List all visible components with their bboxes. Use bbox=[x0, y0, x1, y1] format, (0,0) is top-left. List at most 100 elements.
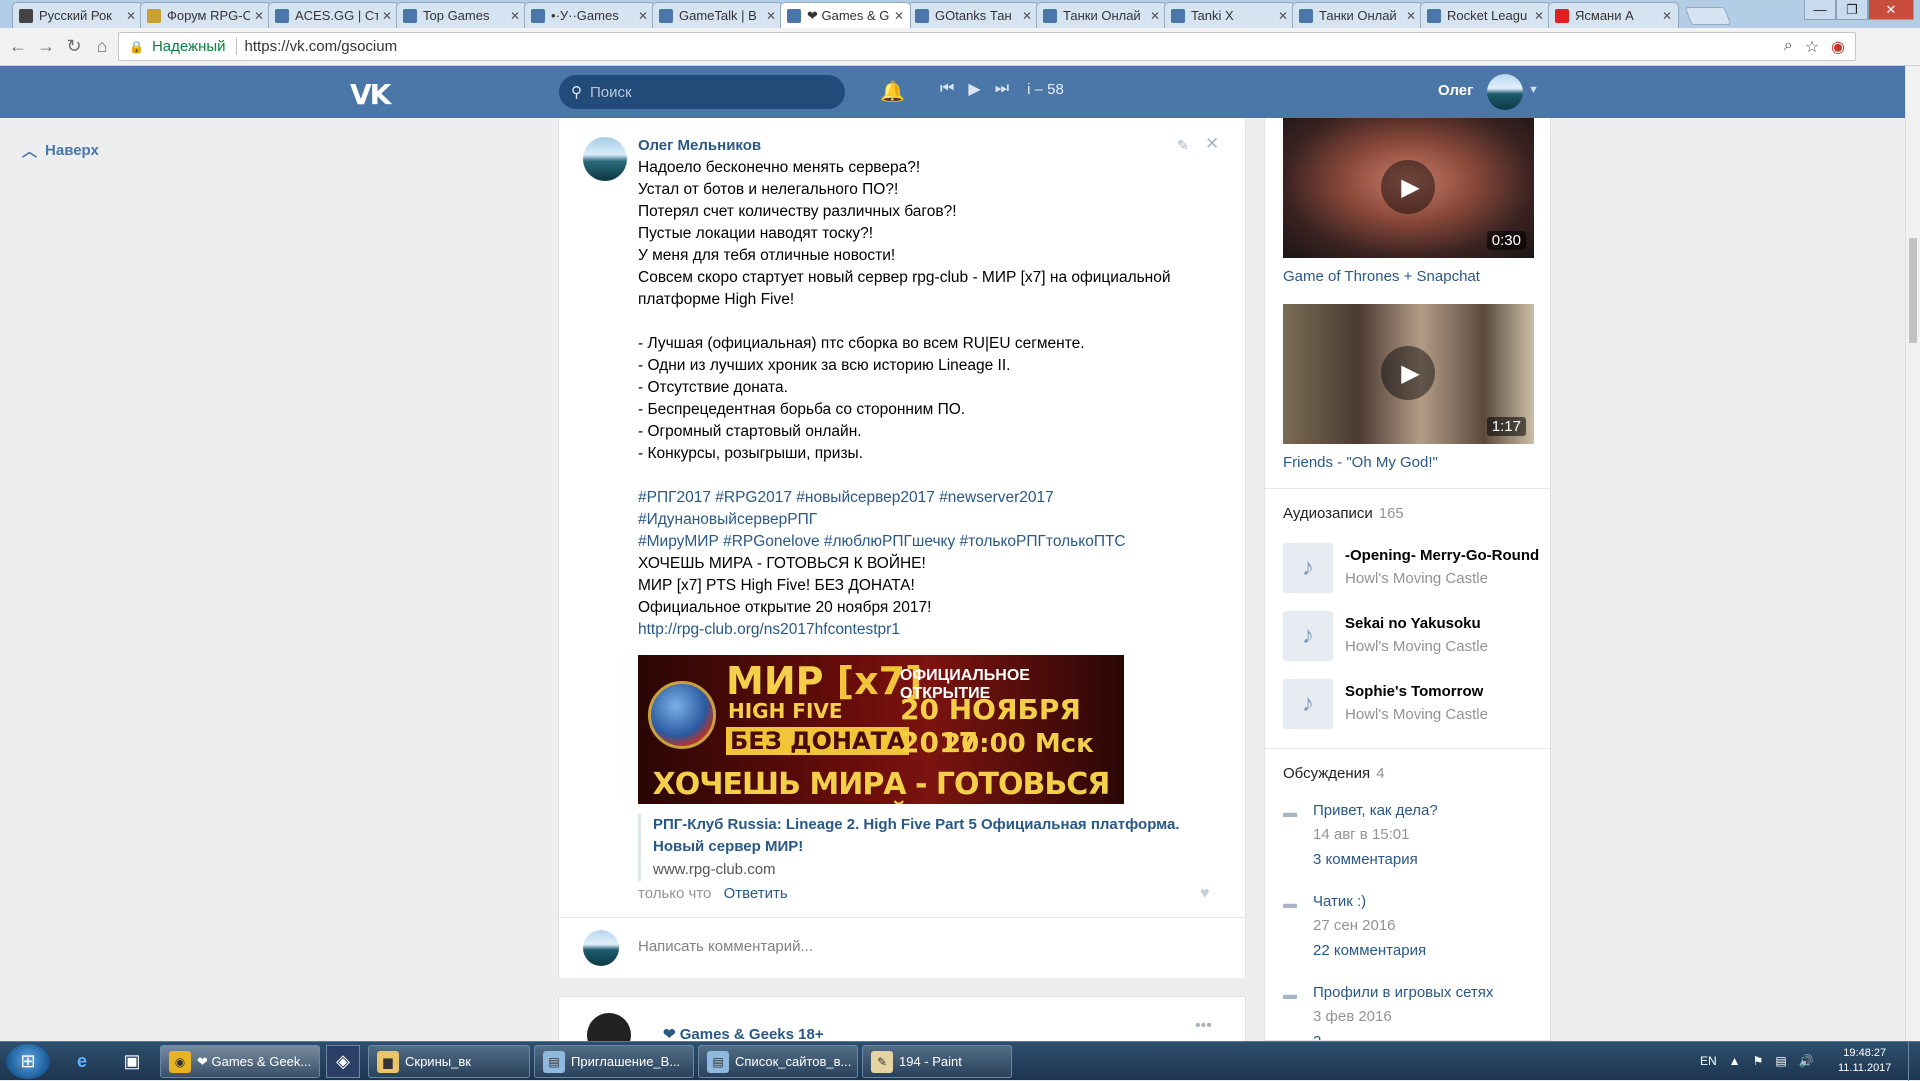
browser-tab[interactable]: Rocket Leagu ✕ bbox=[1420, 2, 1551, 28]
post-author[interactable]: Олег Мельников bbox=[638, 137, 761, 154]
edit-pencil-icon[interactable]: ✎ bbox=[1177, 137, 1189, 154]
app-pinned-icon[interactable]: ◈ bbox=[326, 1045, 360, 1078]
taskbar-window-button[interactable]: ▆ Скрины_вк bbox=[368, 1045, 530, 1078]
current-track[interactable]: i – 58 bbox=[1027, 81, 1064, 98]
user-avatar[interactable] bbox=[1487, 74, 1523, 110]
browser-tab[interactable]: Танки Онлай ✕ bbox=[1036, 2, 1167, 28]
vk-logo-icon[interactable]: VK bbox=[350, 78, 391, 111]
browser-tab[interactable]: Top Games ✕ bbox=[396, 2, 527, 28]
discussions-section-header[interactable]: Обсуждения 4 bbox=[1283, 765, 1385, 782]
browser-tab[interactable]: ACES.GG | Ст ✕ bbox=[268, 2, 399, 28]
audio-section-header[interactable]: Аудиозаписи 165 bbox=[1283, 505, 1404, 522]
music-note-icon[interactable]: ♪ bbox=[1283, 679, 1333, 729]
audio-item[interactable]: ♪ Sekai no Yakusoku Howl's Moving Castle bbox=[1283, 611, 1543, 663]
tab-close-icon[interactable]: ✕ bbox=[1534, 9, 1544, 23]
tray-expand-icon[interactable]: ▲ bbox=[1729, 1054, 1741, 1068]
taskbar-window-button[interactable]: ✎ 194 - Paint bbox=[862, 1045, 1012, 1078]
maximize-icon[interactable]: ❐ bbox=[1836, 0, 1868, 20]
author-avatar[interactable] bbox=[583, 137, 627, 181]
video-thumbnail[interactable]: ▶ 1:17 bbox=[1283, 304, 1534, 444]
link-preview-card[interactable]: РПГ-Клуб Russia: Lineage 2. High Five Pa… bbox=[638, 814, 1228, 881]
play-icon[interactable]: ▶ bbox=[1381, 346, 1435, 400]
browser-tab[interactable]: Русский Рок ✕ bbox=[12, 2, 143, 28]
computer-icon[interactable]: ▣ bbox=[110, 1045, 154, 1078]
forward-icon[interactable]: → bbox=[32, 36, 60, 57]
user-name[interactable]: Олег bbox=[1438, 82, 1473, 99]
browser-tab[interactable]: •·У··Games ✕ bbox=[524, 2, 655, 28]
extension-icon[interactable]: ◉ bbox=[1831, 37, 1845, 57]
discussion-title[interactable]: Профили в игровых сетях bbox=[1313, 984, 1493, 1001]
scrollbar-thumb[interactable] bbox=[1909, 238, 1917, 343]
browser-tab[interactable]: ❤ Games & G ✕ bbox=[780, 2, 911, 28]
zoom-icon[interactable]: ⌕ bbox=[1784, 37, 1793, 57]
post-time[interactable]: только что bbox=[638, 885, 711, 902]
tab-close-icon[interactable]: ✕ bbox=[126, 9, 136, 23]
notifications-bell-icon[interactable]: 🔔 bbox=[880, 79, 905, 104]
comment-input[interactable]: Написать комментарий... bbox=[638, 938, 813, 955]
discussion-title[interactable]: Чатик :) bbox=[1313, 893, 1366, 910]
taskbar-window-button[interactable]: ◉ ❤ Games & Geek... bbox=[160, 1045, 320, 1078]
tab-close-icon[interactable]: ✕ bbox=[766, 9, 776, 23]
video-title[interactable]: Game of Thrones + Snapchat bbox=[1283, 268, 1480, 285]
taskbar-window-button[interactable]: ▤ Список_сайтов_в... bbox=[698, 1045, 858, 1078]
next-track-icon[interactable]: ⏭ bbox=[995, 80, 1009, 98]
discussion-comment-count[interactable]: 22 комментария bbox=[1313, 942, 1426, 959]
chevron-down-icon[interactable]: ▼ bbox=[1528, 84, 1539, 96]
audio-item[interactable]: ♪ -Opening- Merry-Go-Round Howl's Moving… bbox=[1283, 543, 1543, 595]
discussion-comment-count[interactable]: 2 ... bbox=[1313, 1033, 1338, 1040]
taskbar-window-button[interactable]: ▤ Приглашение_В... bbox=[534, 1045, 694, 1078]
tab-close-icon[interactable]: ✕ bbox=[1406, 9, 1416, 23]
group-avatar[interactable] bbox=[587, 1013, 631, 1041]
show-desktop-button[interactable] bbox=[1908, 1042, 1920, 1081]
more-options-icon[interactable]: ••• bbox=[1195, 1017, 1212, 1035]
browser-tab[interactable]: Tanki X ✕ bbox=[1164, 2, 1295, 28]
page-scrollbar[interactable] bbox=[1905, 66, 1920, 1041]
back-icon[interactable]: ← bbox=[4, 36, 32, 57]
browser-tab[interactable]: Форум RPG-C ✕ bbox=[140, 2, 271, 28]
home-icon[interactable]: ⌂ bbox=[88, 36, 116, 57]
browser-tab[interactable]: Ясмани А ✕ bbox=[1548, 2, 1679, 28]
tab-close-icon[interactable]: ✕ bbox=[1662, 9, 1672, 23]
windows-start-icon[interactable]: ⊞ bbox=[6, 1044, 50, 1079]
minimize-icon[interactable]: — bbox=[1804, 0, 1836, 20]
play-icon[interactable]: ▶ bbox=[968, 79, 980, 99]
audio-artist[interactable]: Howl's Moving Castle bbox=[1345, 638, 1488, 655]
tab-close-icon[interactable]: ✕ bbox=[1278, 9, 1288, 23]
url-bar[interactable]: 🔒 Надежный https://vk.com/gsocium ⌕ ☆ ◉ bbox=[118, 32, 1856, 61]
system-clock[interactable]: 19:48:27 11.11.2017 bbox=[1838, 1046, 1891, 1076]
music-note-icon[interactable]: ♪ bbox=[1283, 543, 1333, 593]
music-note-icon[interactable]: ♪ bbox=[1283, 611, 1333, 661]
tab-close-icon[interactable]: ✕ bbox=[894, 9, 904, 23]
tab-close-icon[interactable]: ✕ bbox=[510, 9, 520, 23]
post-link[interactable]: http://rpg-club.org/ns2017hfcontestpr1 bbox=[638, 619, 1228, 641]
close-icon[interactable]: ✕ bbox=[1205, 134, 1219, 154]
internet-explorer-icon[interactable]: e bbox=[60, 1045, 104, 1078]
video-thumbnail[interactable]: ▶ 0:30 bbox=[1283, 118, 1534, 258]
hashtags[interactable]: #ИдунановыйсерверРПГ bbox=[638, 509, 1228, 531]
tab-close-icon[interactable]: ✕ bbox=[382, 9, 392, 23]
play-icon[interactable]: ▶ bbox=[1381, 160, 1435, 214]
previous-track-icon[interactable]: ⏮ bbox=[940, 80, 954, 98]
bookmark-star-icon[interactable]: ☆ bbox=[1805, 37, 1819, 57]
volume-icon[interactable]: 🔊 bbox=[1799, 1054, 1814, 1068]
reply-link[interactable]: Ответить bbox=[724, 885, 788, 902]
audio-item[interactable]: ♪ Sophie's Tomorrow Howl's Moving Castle bbox=[1283, 679, 1543, 731]
tab-close-icon[interactable]: ✕ bbox=[1150, 9, 1160, 23]
post-author[interactable]: ❤ Games & Geeks 18+ bbox=[663, 1025, 824, 1041]
video-title[interactable]: Friends - "Oh My God!" bbox=[1283, 454, 1438, 471]
browser-tab[interactable]: Танки Онлай ✕ bbox=[1292, 2, 1423, 28]
tab-close-icon[interactable]: ✕ bbox=[254, 9, 264, 23]
discussion-title[interactable]: Привет, как дела? bbox=[1313, 802, 1438, 819]
browser-tab[interactable]: GameTalk | В ✕ bbox=[652, 2, 783, 28]
tab-close-icon[interactable]: ✕ bbox=[638, 9, 648, 23]
input-language[interactable]: EN bbox=[1700, 1054, 1717, 1068]
like-heart-icon[interactable]: ♥ bbox=[1200, 885, 1210, 903]
scroll-to-top-link[interactable]: ︿ Наверх bbox=[22, 140, 99, 161]
flag-icon[interactable]: ⚑ bbox=[1753, 1054, 1764, 1068]
discussion-comment-count[interactable]: 3 комментария bbox=[1313, 851, 1418, 868]
reload-icon[interactable]: ↻ bbox=[60, 36, 88, 57]
network-icon[interactable]: ▤ bbox=[1775, 1054, 1786, 1068]
browser-tab[interactable]: GOtanks Тан ✕ bbox=[908, 2, 1039, 28]
promo-banner-image[interactable]: МИР [x7] HIGH FIVE БЕЗ ДОНАТА ОФИЦИАЛЬНО… bbox=[638, 655, 1124, 804]
audio-artist[interactable]: Howl's Moving Castle bbox=[1345, 570, 1488, 587]
